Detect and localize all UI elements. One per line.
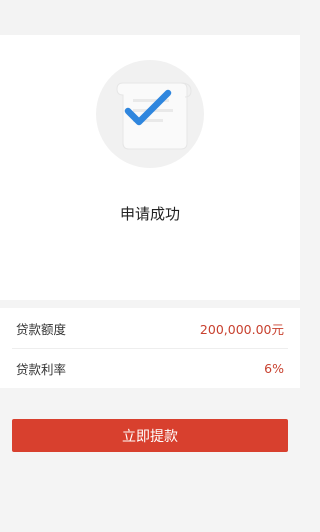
interest-rate-row: 贷款利率 6%	[0, 348, 300, 388]
withdraw-now-button[interactable]: 立即提款	[12, 419, 288, 452]
loan-amount-value: 200,000.00元	[199, 321, 284, 337]
loan-info-list: 贷款额度 200,000.00元 贷款利率 6%	[0, 308, 300, 388]
loan-success-page: 申请成功 贷款额度 200,000.00元 贷款利率 6% 立即提款	[0, 0, 300, 532]
success-card: 申请成功	[0, 35, 300, 300]
check-document-icon	[96, 60, 204, 168]
loan-amount-label: 贷款额度	[16, 321, 67, 337]
interest-rate-value: 6%	[264, 360, 284, 376]
loan-amount-row: 贷款额度 200,000.00元	[0, 308, 300, 348]
top-bar	[0, 0, 300, 35]
interest-rate-label: 贷款利率	[16, 361, 67, 377]
success-title: 申请成功	[119, 205, 180, 223]
